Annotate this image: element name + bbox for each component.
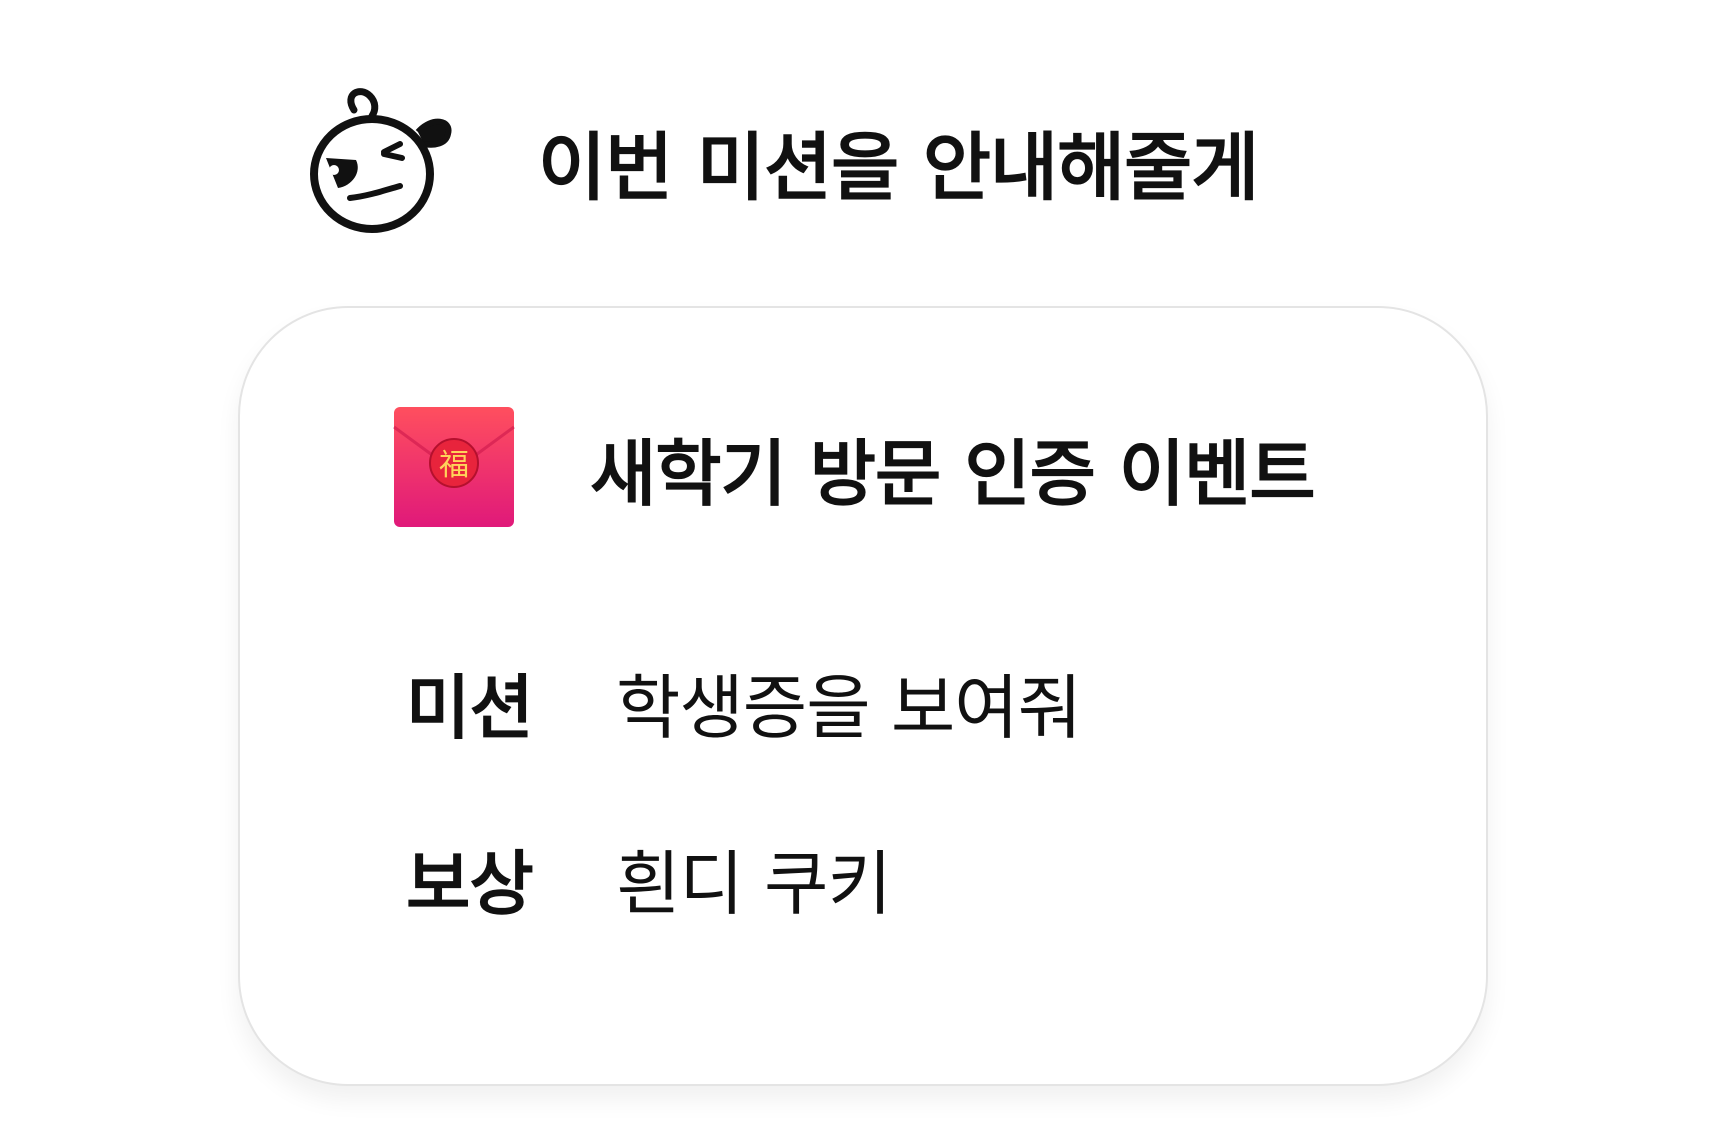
reward-value: 흰디 쿠키 [616, 842, 892, 925]
event-card: 福 새학기 방문 인증 이벤트 미션 학생증을 보여줘 보상 흰디 쿠키 [238, 306, 1488, 1086]
mission-value: 학생증을 보여줘 [616, 666, 1082, 749]
reward-row: 보상 흰디 쿠키 [406, 830, 892, 926]
mission-row: 미션 학생증을 보여줘 [406, 654, 1082, 750]
reward-label: 보상 [406, 842, 534, 925]
event-title: 새학기 방문 인증 이벤트 [590, 431, 1316, 516]
event-title-row: 福 새학기 방문 인증 이벤트 [392, 404, 1316, 530]
winking-dog-mascot-icon [310, 88, 452, 233]
red-envelope-icon: 福 [393, 407, 515, 527]
header-title: 이번 미션을 안내해줄게 [538, 124, 1259, 211]
mission-guide-header: 이번 미션을 안내해줄게 [300, 86, 1259, 236]
mission-label: 미션 [406, 666, 534, 749]
envelope-glyph: 福 [439, 448, 469, 483]
